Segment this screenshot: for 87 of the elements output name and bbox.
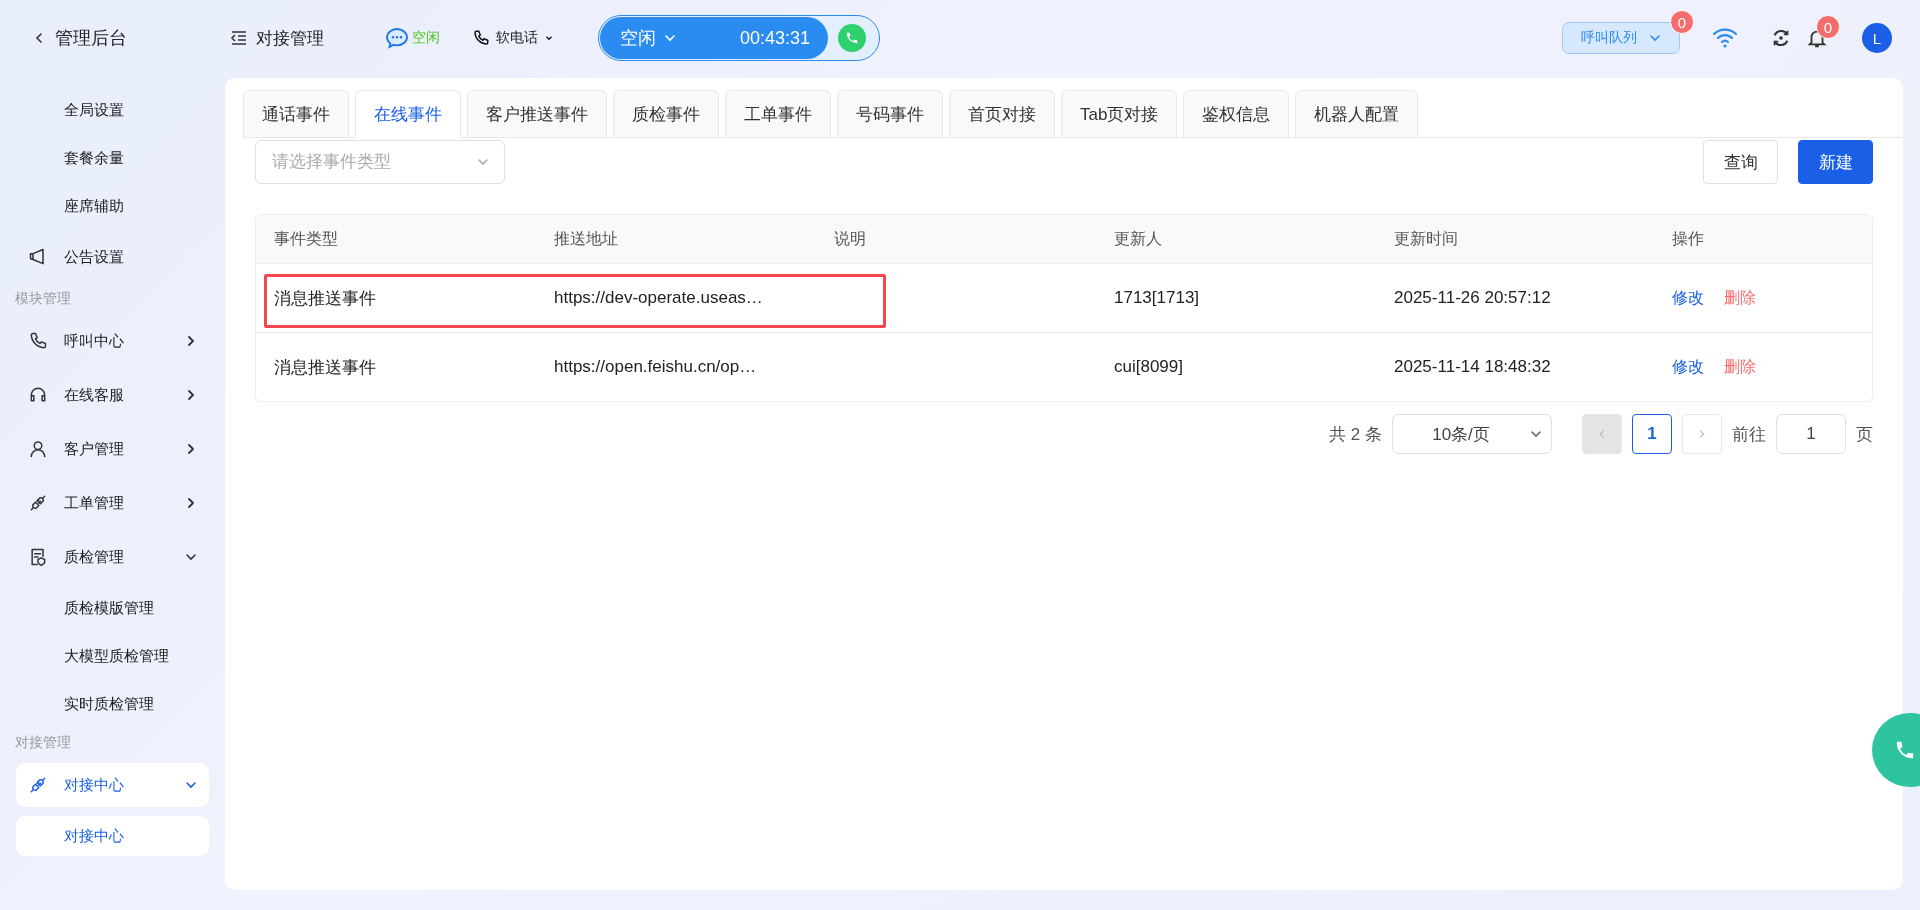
tab[interactable]: 在线事件 [355,90,461,138]
next-page-button[interactable] [1682,414,1722,454]
tab[interactable]: 通话事件 [243,90,349,137]
sidebar-subitem[interactable]: 座席辅助 [16,186,209,226]
page-suffix: 页 [1856,423,1873,446]
sidebar-subitem[interactable]: 质检模版管理 [16,588,209,628]
plug-icon [28,493,48,513]
menu-fold-icon [230,30,248,46]
sidebar-subitem[interactable]: 大模型质检管理 [16,636,209,676]
tab[interactable]: 工单事件 [725,90,831,137]
edit-link[interactable]: 修改 [1672,287,1704,309]
sidebar-item[interactable]: 在线客服 [16,373,209,417]
headset-icon [28,385,48,405]
chevron-right-icon [185,335,197,347]
sidebar-item[interactable]: 质检管理 [16,535,209,579]
table-cell-text: 消息推送事件 [273,287,377,310]
person-icon [28,439,48,459]
column-header: 更新人 [1113,228,1163,249]
edit-link[interactable]: 修改 [1672,356,1704,378]
count-badge: 0 [1670,10,1694,34]
chevron-left-icon [33,32,45,44]
table-cell-text: 消息推送事件 [273,356,377,379]
table-cell-text: cui[8099] [1113,356,1184,378]
section-label: 对接管理 [15,733,72,752]
query-button[interactable]: 查询 [1703,140,1778,184]
answer-call-button[interactable] [838,24,866,52]
wifi-icon [1712,27,1738,49]
document-check-icon [28,547,48,567]
sidebar-subitem[interactable]: 套餐余量 [16,138,209,178]
column-header: 说明 [833,228,867,249]
user-avatar[interactable]: L [1862,23,1892,53]
chat-status: 空闲 [412,29,440,47]
tab[interactable]: 鉴权信息 [1183,90,1290,137]
chevron-down-icon [477,156,489,168]
chat-bubble-icon [385,27,409,49]
create-button[interactable]: 新建 [1798,140,1873,184]
chevron-right-icon [185,443,197,455]
sidebar-subitem[interactable]: 实时质检管理 [16,684,209,724]
chevron-down-icon [1649,32,1661,44]
chevron-down-icon [664,32,676,44]
event-type-select[interactable]: 请选择事件类型 [255,140,505,184]
tab[interactable]: 号码事件 [837,90,943,137]
phone-icon [1894,739,1916,761]
chevron-left-icon [1597,429,1607,439]
phone-icon [845,31,859,45]
tab[interactable]: 首页对接 [949,90,1055,137]
sidebar-item[interactable]: 客户管理 [16,427,209,471]
call-timer: 00:43:31 [739,27,810,49]
column-header: 操作 [1671,228,1705,249]
chevron-down-icon [185,779,197,791]
page-size-select[interactable]: 10条/页 [1392,414,1552,454]
table-cell-text: 2025-11-14 18:48:32 [1393,356,1552,378]
column-header: 更新时间 [1393,228,1459,249]
table-cell-text: https://open.feishu.cn/op… [553,356,758,378]
chevron-down-icon [185,551,197,563]
section-label: 模块管理 [15,289,72,308]
chevron-right-icon [185,389,197,401]
sidebar-item[interactable]: 呼叫中心 [16,319,209,363]
sidebar-item[interactable]: 公告设置 [16,235,209,279]
column-header: 推送地址 [553,228,619,249]
tab[interactable]: 机器人配置 [1295,90,1419,137]
sidebar-subitem[interactable]: 全局设置 [16,90,209,130]
count-badge: 0 [1816,15,1840,39]
sidebar-item[interactable]: 对接中心 [16,763,209,807]
chevron-down-icon [1529,428,1542,440]
page-jump-field[interactable]: 1 [1776,414,1846,454]
column-header: 事件类型 [273,228,339,249]
sidebar-item[interactable]: 工单管理 [16,481,209,525]
plug-icon [28,775,48,795]
chevron-right-icon [185,497,197,509]
total-count: 共 2 条 [1329,423,1382,446]
page-title: 对接管理 [256,27,324,50]
phone-icon [472,29,490,47]
phone-mode-dropdown[interactable]: 软电话 [472,29,598,47]
goto-label: 前往 [1732,423,1766,446]
table-cell-text: 1713[1713] [1113,287,1201,309]
previous-page-button[interactable] [1582,414,1622,454]
table-cell-text: 2025-11-26 20:57:12 [1393,287,1552,309]
chevron-right-icon [1697,429,1707,439]
back-link[interactable]: 管理后台 [33,26,230,50]
page-number-button[interactable]: 1 [1632,414,1672,454]
sidebar-subitem[interactable]: 对接中心 [16,816,209,856]
phone-icon [28,331,48,351]
tab[interactable]: Tab页对接 [1061,90,1178,137]
table-cell-text: https://dev-operate.useas… [553,287,764,309]
tab[interactable]: 客户推送事件 [467,90,607,137]
tab[interactable]: 质检事件 [613,90,719,137]
